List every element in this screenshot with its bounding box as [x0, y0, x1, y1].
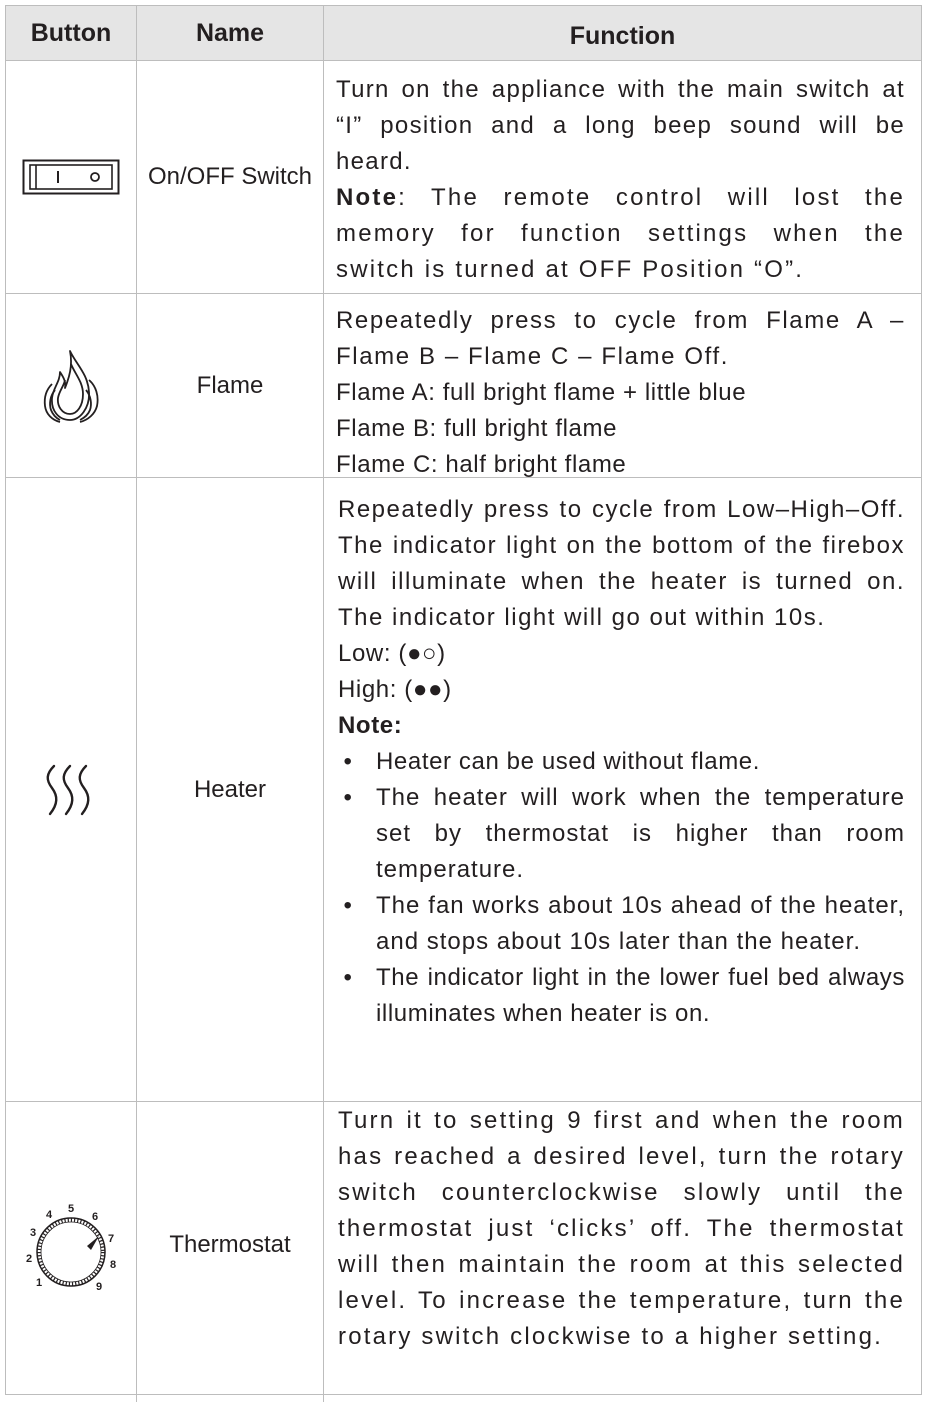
heat-waves-icon	[46, 764, 90, 815]
heater-name: Heater	[137, 478, 324, 1101]
rocker-switch-icon	[22, 159, 120, 195]
heater-function: Repeatedly press to cycle from Low–High–…	[324, 478, 921, 1101]
heater-note-text: The heater will work when the temperatur…	[376, 784, 905, 883]
dial-number-5: 5	[68, 1203, 74, 1215]
dial-number-4: 4	[46, 1209, 53, 1221]
flame-line-2: Flame A: full bright flame + little blue	[336, 379, 747, 406]
table-row-thermostat: 1 2 3 4 5 6 7 8 9 Thermostat Turn it to …	[6, 1102, 921, 1402]
heater-button-cell	[6, 478, 137, 1101]
bullet: •	[343, 784, 353, 811]
heater-high-indicator: High: (●●)	[338, 676, 452, 703]
dial-number-6: 6	[92, 1211, 98, 1223]
thermostat-dial-icon: 1 2 3 4 5 6 7 8 9	[26, 1203, 116, 1293]
heater-note-item: • Heater can be used without flame.	[338, 744, 905, 780]
heater-note-item: • The fan works about 10s ahead of the h…	[338, 888, 905, 960]
note-text: : The remote control will lost the memor…	[336, 184, 905, 283]
heater-note-text: The fan works about 10s ahead of the hea…	[376, 892, 905, 955]
dial-number-3: 3	[30, 1227, 36, 1239]
dial-number-7: 7	[108, 1233, 114, 1245]
bullet: •	[343, 892, 353, 919]
onoff-switch-name: On/OFF Switch	[137, 61, 324, 293]
button-function-table: Button Name Function On/OFF Switch Turn …	[5, 5, 922, 1402]
heater-note-item: • The indicator light in the lower fuel …	[338, 960, 905, 1032]
thermostat-description: Turn it to setting 9 first and when the …	[338, 1107, 905, 1350]
onoff-switch-note: Note: The remote control will lost the m…	[336, 180, 905, 288]
flame-line-3: Flame B: full bright flame	[336, 415, 618, 442]
thermostat-function: Turn it to setting 9 first and when the …	[324, 1102, 921, 1402]
bullet: •	[343, 748, 353, 775]
bullet: •	[343, 964, 353, 991]
heater-note-item: • The heater will work when the temperat…	[338, 780, 905, 888]
flame-line-1: Repeatedly press to cycle from Flame A –…	[336, 307, 905, 370]
onoff-switch-function: Turn on the appliance with the main swit…	[324, 61, 921, 293]
heater-note-text: The indicator light in the lower fuel be…	[376, 964, 905, 1027]
table-header: Button Name Function	[6, 6, 921, 61]
onoff-switch-description: Turn on the appliance with the main swit…	[336, 76, 905, 175]
header-name: Name	[137, 6, 324, 60]
header-function: Function	[569, 21, 676, 50]
dial-number-9: 9	[96, 1281, 102, 1293]
table-row-onoff-switch: On/OFF Switch Turn on the appliance with…	[6, 61, 921, 294]
flame-function: Repeatedly press to cycle from Flame A –…	[324, 294, 921, 478]
flame-name: Flame	[137, 294, 324, 477]
thermostat-name: Thermostat	[137, 1102, 324, 1402]
heater-description: Repeatedly press to cycle from Low–High–…	[338, 496, 905, 631]
dial-number-1: 1	[36, 1277, 42, 1289]
thermostat-button-cell: 1 2 3 4 5 6 7 8 9	[6, 1102, 137, 1402]
heater-note-text: Heater can be used without flame.	[376, 748, 761, 775]
dial-number-2: 2	[26, 1253, 32, 1265]
flame-button-cell	[6, 294, 137, 477]
heater-low-indicator: Low: (●○)	[338, 640, 446, 667]
onoff-switch-button-cell	[6, 61, 137, 293]
heater-note-label: Note:	[338, 712, 403, 739]
table-row-heater: Heater Repeatedly press to cycle from Lo…	[6, 478, 921, 1102]
header-button: Button	[6, 6, 137, 60]
flame-icon	[43, 349, 99, 423]
note-label: Note	[336, 184, 399, 211]
thermostat-name-text: Thermostat	[169, 1231, 291, 1258]
dial-number-8: 8	[110, 1259, 116, 1271]
table-row-flame: Flame Repeatedly press to cycle from Fla…	[6, 294, 921, 478]
